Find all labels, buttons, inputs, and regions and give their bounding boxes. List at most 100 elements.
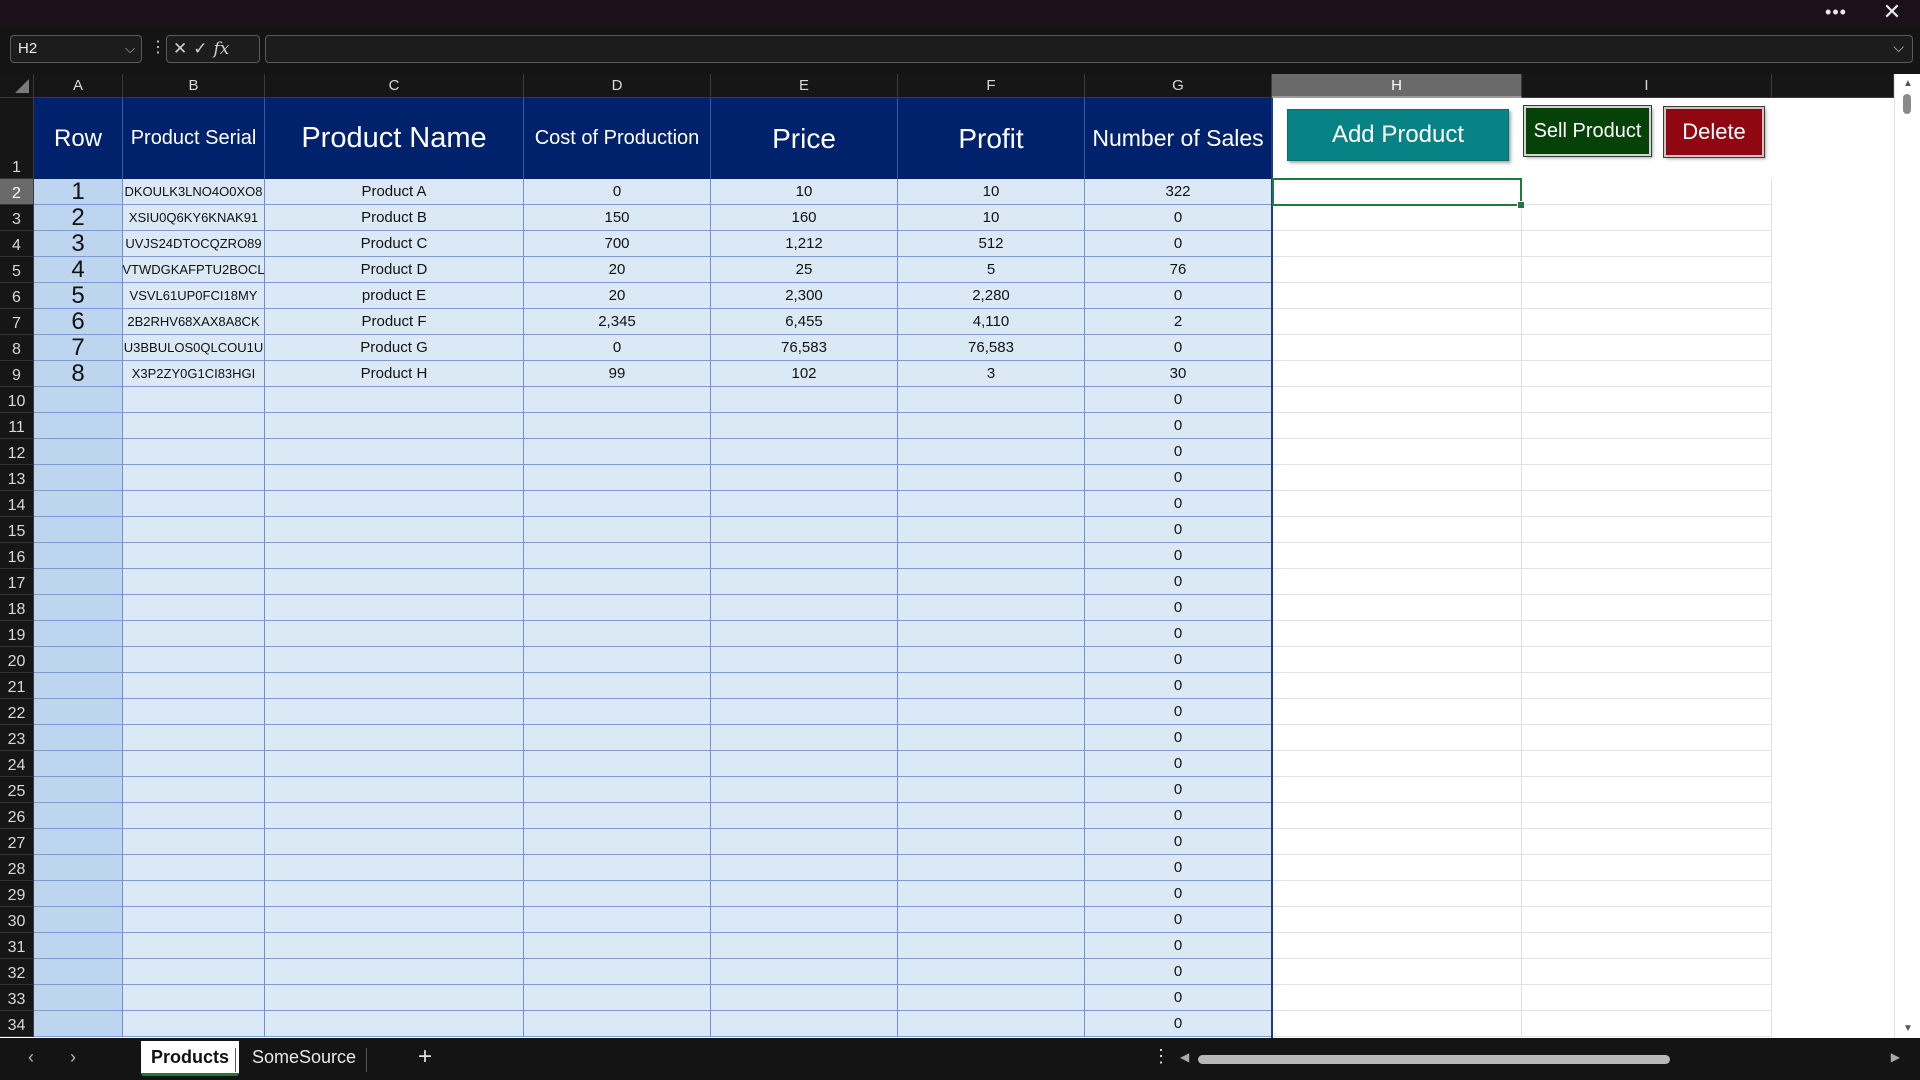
empty-cell[interactable] (123, 751, 265, 777)
column-header-h[interactable]: H (1272, 74, 1522, 98)
empty-cell[interactable] (123, 777, 265, 803)
empty-cell[interactable] (123, 673, 265, 699)
empty-cell[interactable] (711, 595, 898, 621)
empty-cell[interactable] (711, 829, 898, 855)
column-header-d[interactable]: D (524, 74, 711, 98)
cell-price[interactable]: 102 (711, 361, 898, 387)
empty-cell[interactable] (265, 595, 524, 621)
cell-profit[interactable]: 10 (898, 205, 1085, 231)
cell-sales[interactable]: 0 (1085, 413, 1272, 439)
row-header-18[interactable]: 18 (0, 595, 34, 621)
empty-cell[interactable] (265, 387, 524, 413)
cell-profit[interactable]: 2,280 (898, 283, 1085, 309)
empty-cell[interactable] (1272, 517, 1522, 543)
cell-cost[interactable]: 20 (524, 283, 711, 309)
cell-cost[interactable]: 2,345 (524, 309, 711, 335)
empty-cell[interactable] (34, 491, 123, 517)
chevron-down-icon[interactable]: ⌵ (125, 36, 135, 62)
empty-cell[interactable] (898, 959, 1085, 985)
empty-cell[interactable] (1522, 751, 1772, 777)
empty-cell[interactable] (265, 803, 524, 829)
row-header-31[interactable]: 31 (0, 933, 34, 959)
empty-cell[interactable] (34, 777, 123, 803)
empty-cell[interactable] (265, 829, 524, 855)
empty-cell[interactable] (898, 907, 1085, 933)
empty-cell[interactable] (1522, 803, 1772, 829)
column-header-e[interactable]: E (711, 74, 898, 98)
cell-name[interactable]: Product C (265, 231, 524, 257)
empty-cell[interactable] (711, 855, 898, 881)
empty-cell[interactable] (34, 829, 123, 855)
column-header-c[interactable]: C (265, 74, 524, 98)
previous-sheet-icon[interactable]: ‹ (28, 1047, 34, 1068)
empty-cell[interactable] (1522, 439, 1772, 465)
empty-cell[interactable] (1272, 725, 1522, 751)
empty-cell[interactable] (898, 933, 1085, 959)
empty-cell[interactable] (123, 647, 265, 673)
empty-cell[interactable] (1272, 387, 1522, 413)
empty-cell[interactable] (1522, 647, 1772, 673)
empty-cell[interactable] (711, 465, 898, 491)
header-cell-sales[interactable]: Number of Sales (1085, 98, 1272, 179)
cell-profit[interactable]: 512 (898, 231, 1085, 257)
empty-cell[interactable] (711, 491, 898, 517)
empty-cell[interactable] (34, 959, 123, 985)
row-header-33[interactable]: 33 (0, 985, 34, 1011)
empty-cell[interactable] (1272, 803, 1522, 829)
enter-icon[interactable]: ✓ (193, 39, 213, 58)
cell-profit[interactable]: 3 (898, 361, 1085, 387)
cell-sales[interactable]: 0 (1085, 777, 1272, 803)
cell-sales[interactable]: 0 (1085, 1011, 1272, 1037)
empty-cell[interactable] (34, 855, 123, 881)
empty-cell[interactable] (34, 647, 123, 673)
cell-name[interactable]: Product F (265, 309, 524, 335)
empty-cell[interactable] (34, 881, 123, 907)
add-product-button[interactable]: Add Product (1287, 109, 1509, 161)
cell-cost[interactable]: 0 (524, 335, 711, 361)
empty-cell[interactable] (265, 725, 524, 751)
empty-cell[interactable] (265, 569, 524, 595)
empty-cell[interactable] (123, 465, 265, 491)
empty-cell[interactable] (524, 517, 711, 543)
empty-cell[interactable] (1272, 361, 1522, 387)
empty-cell[interactable] (711, 1011, 898, 1037)
empty-cell[interactable] (711, 985, 898, 1011)
empty-cell[interactable] (123, 803, 265, 829)
cell-row[interactable]: 2 (34, 205, 123, 231)
empty-cell[interactable] (123, 881, 265, 907)
empty-cell[interactable] (34, 803, 123, 829)
cell-price[interactable]: 6,455 (711, 309, 898, 335)
empty-cell[interactable] (34, 907, 123, 933)
row-header-25[interactable]: 25 (0, 777, 34, 803)
empty-cell[interactable] (898, 725, 1085, 751)
empty-cell[interactable] (898, 595, 1085, 621)
cell-name[interactable]: Product B (265, 205, 524, 231)
empty-cell[interactable] (1272, 465, 1522, 491)
empty-cell[interactable] (1522, 881, 1772, 907)
empty-cell[interactable] (123, 569, 265, 595)
cell-row[interactable]: 3 (34, 231, 123, 257)
cell-profit[interactable]: 76,583 (898, 335, 1085, 361)
empty-cell[interactable] (711, 647, 898, 673)
empty-cell[interactable] (265, 439, 524, 465)
empty-cell[interactable] (123, 699, 265, 725)
empty-cell[interactable] (898, 829, 1085, 855)
empty-cell[interactable] (34, 621, 123, 647)
row-header-8[interactable]: 8 (0, 335, 34, 361)
empty-cell[interactable] (34, 439, 123, 465)
cell-sales[interactable]: 0 (1085, 933, 1272, 959)
cell-sales[interactable]: 0 (1085, 751, 1272, 777)
add-sheet-button[interactable]: + (418, 1043, 432, 1071)
empty-cell[interactable] (34, 517, 123, 543)
row-header-24[interactable]: 24 (0, 751, 34, 777)
cell-cost[interactable]: 150 (524, 205, 711, 231)
cell-row[interactable]: 8 (34, 361, 123, 387)
cell-cost[interactable]: 0 (524, 179, 711, 205)
cell-profit[interactable]: 5 (898, 257, 1085, 283)
empty-cell[interactable] (711, 387, 898, 413)
empty-cell[interactable] (524, 647, 711, 673)
cell-row[interactable]: 6 (34, 309, 123, 335)
row-header-21[interactable]: 21 (0, 673, 34, 699)
empty-cell[interactable] (711, 413, 898, 439)
empty-cell[interactable] (524, 673, 711, 699)
